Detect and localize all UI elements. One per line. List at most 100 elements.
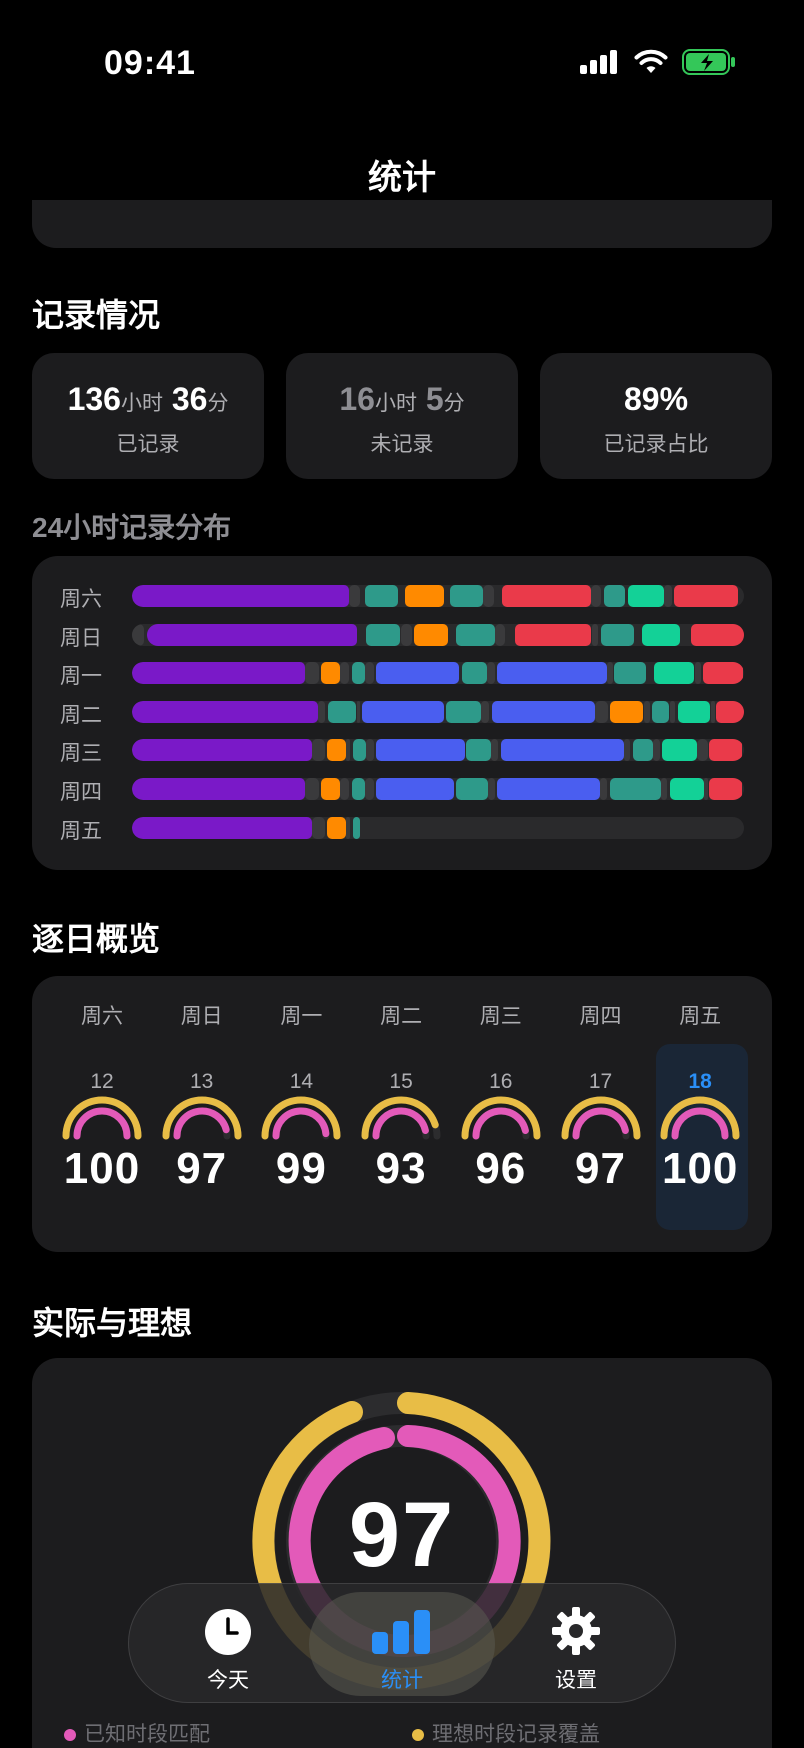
day-weekday: 周六: [81, 1005, 123, 1028]
distribution-segment-gray: [494, 623, 506, 646]
clock-icon: [205, 1609, 251, 1655]
distribution-track: [132, 739, 744, 762]
pink-dot-icon: [64, 1729, 76, 1742]
distribution-segment-teal: [366, 623, 401, 646]
distribution-segment-red: [716, 700, 744, 723]
tab-today[interactable]: 今天: [153, 1584, 303, 1704]
distribution-row: 周四: [32, 778, 772, 804]
day-column[interactable]: 周日 13 97: [157, 976, 247, 1226]
unrecorded-value: 16小时 5分: [286, 381, 518, 418]
distribution-segment-teal: [351, 662, 365, 685]
day-date: 13: [190, 1070, 214, 1093]
distribution-segment-gray: [591, 585, 602, 607]
distribution-segment-red: [702, 662, 743, 685]
day-column[interactable]: 周六 12 100: [57, 976, 147, 1226]
distribution-segment-blue: [376, 778, 454, 800]
distribution-segment-gray: [346, 739, 351, 762]
distribution-segment-teal: [450, 585, 483, 607]
day-weekday: 周三: [479, 1005, 522, 1028]
ratio-value: 89%: [623, 381, 689, 417]
distribution-track: [132, 816, 744, 839]
recorded-hours: 136: [67, 381, 121, 417]
distribution-segment-teal: [466, 739, 492, 762]
day-score-ring: [261, 1096, 341, 1140]
day-column[interactable]: 周三 16 96: [456, 976, 546, 1226]
distribution-row-label: 周三: [60, 742, 102, 766]
distribution-segment-purple: [132, 700, 319, 723]
distribution-segment-gray: [348, 585, 361, 607]
distribution-segment-gray: [364, 662, 374, 685]
day-column[interactable]: 周五 18 100: [655, 976, 745, 1226]
distribution-segment-blue: [501, 739, 625, 762]
distribution-segment-blue: [491, 700, 596, 723]
distribution-row: 周一: [32, 662, 772, 688]
recorded-label: 已记录: [116, 433, 180, 456]
day-date: 16: [489, 1070, 513, 1093]
distribution-segment-teal: [445, 700, 481, 723]
distribution-segment-gray: [401, 623, 412, 646]
day-column[interactable]: 周一 14 99: [256, 976, 346, 1226]
tab-settings[interactable]: 设置: [501, 1584, 651, 1704]
day-column[interactable]: 周四 17 97: [556, 976, 646, 1226]
day-score-ring: [561, 1096, 640, 1140]
distribution-segment-orange: [414, 623, 448, 646]
daily-overview-card[interactable]: 周六 12 100 周日 13 97 周一 14 99 周二 15 93 周三 16 96 周四 17 97 周五 1…: [32, 976, 772, 1252]
tab-settings-label: 设置: [555, 1669, 597, 1692]
distribution-track: [132, 585, 744, 607]
distribution-segment-gray: [703, 778, 708, 800]
distribution-row: 周日: [32, 623, 772, 650]
day-date: 14: [289, 1070, 314, 1093]
tab-stats-label: 统计: [381, 1669, 423, 1692]
hours-unit: 小时: [120, 392, 163, 415]
distribution-segment-teal: [351, 778, 365, 800]
distribution-segment-green: [641, 623, 680, 646]
distribution-segment-gray: [595, 700, 609, 723]
day-date: 12: [90, 1070, 114, 1093]
distribution-title: 24小时记录分布: [32, 512, 232, 543]
tab-stats[interactable]: 统计: [327, 1584, 477, 1704]
distribution-track: [132, 778, 744, 800]
distribution-segment-blue: [496, 778, 601, 800]
distribution-segment-teal: [651, 700, 670, 723]
distribution-segment-blue: [361, 700, 445, 723]
distribution-segment-green: [654, 662, 694, 685]
distribution-segment-gray: [606, 662, 614, 685]
distribution-segment-gray: [695, 662, 702, 685]
wifi-icon: [634, 49, 668, 73]
actual-ideal-section-title: 实际与理想: [32, 1305, 193, 1341]
distribution-segment-red: [709, 739, 743, 762]
distribution-segment-orange: [404, 585, 445, 607]
distribution-segment-gray: [600, 778, 607, 800]
actual-ideal-score: 97: [348, 1484, 456, 1586]
distribution-segment-gray: [591, 623, 599, 646]
distribution-segment-teal: [609, 778, 661, 800]
unrecorded-minutes: 5: [425, 381, 444, 417]
day-weekday: 周五: [679, 1005, 722, 1028]
distribution-segment-blue: [496, 662, 607, 685]
day-score-ring: [361, 1096, 441, 1140]
previous-card-edge: [32, 200, 772, 248]
distribution-segment-gray: [486, 662, 495, 685]
day-column[interactable]: 周二 15 93: [356, 976, 446, 1226]
recording-section-title: 记录情况: [32, 297, 161, 333]
day-weekday: 周二: [380, 1005, 423, 1028]
day-date: 17: [588, 1070, 613, 1093]
distribution-segment-teal: [633, 739, 653, 762]
distribution-row-label: 周四: [60, 781, 102, 804]
distribution-segment-orange: [609, 700, 644, 723]
distribution-segment-red: [709, 778, 743, 800]
day-score-ring: [660, 1096, 740, 1140]
battery-charging-icon: [682, 49, 735, 75]
distribution-segment-red: [514, 623, 591, 646]
distribution-segment-gray: [366, 739, 374, 762]
distribution-segment-gray: [340, 662, 349, 685]
distribution-segment-gray: [305, 662, 319, 685]
distribution-segment-teal: [462, 662, 487, 685]
distribution-segment-green: [669, 778, 704, 800]
bar-chart-icon: [372, 1610, 430, 1654]
distribution-row: 周五: [32, 816, 772, 843]
minutes-unit: 分: [207, 392, 229, 415]
distribution-row-label: 周二: [60, 703, 102, 727]
unrecorded-hours: 16: [339, 381, 375, 417]
cellular-signal-icon: [580, 50, 617, 74]
